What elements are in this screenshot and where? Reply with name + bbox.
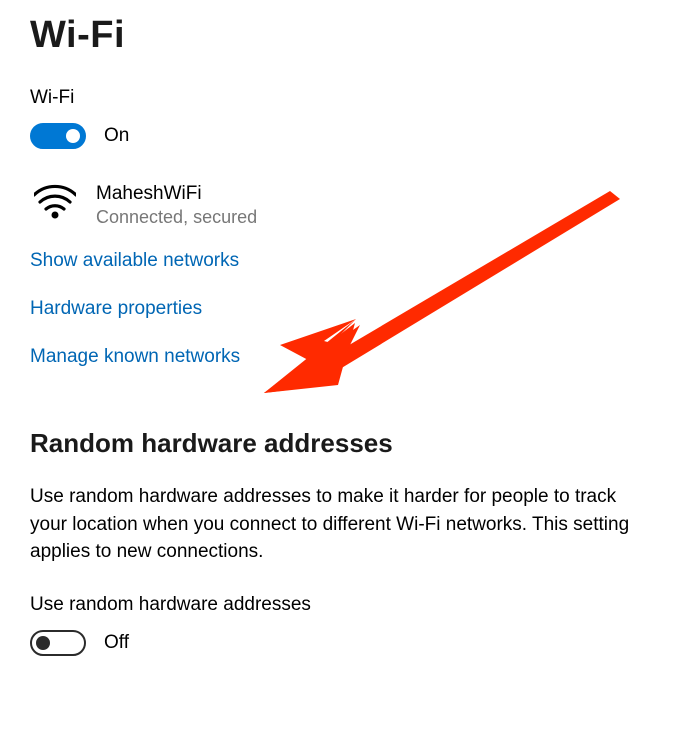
- random-hw-label: Use random hardware addresses: [30, 594, 650, 616]
- link-show-available-networks[interactable]: Show available networks: [30, 250, 239, 272]
- random-hw-toggle-knob: [36, 636, 50, 650]
- wifi-icon: [34, 183, 76, 219]
- wifi-section-label: Wi-Fi: [30, 87, 650, 109]
- wifi-toggle-state: On: [104, 125, 129, 147]
- link-hardware-properties[interactable]: Hardware properties: [30, 298, 202, 320]
- wifi-toggle[interactable]: [30, 123, 86, 149]
- current-network[interactable]: MaheshWiFi Connected, secured: [30, 183, 650, 228]
- wifi-toggle-knob: [66, 129, 80, 143]
- random-hw-toggle-state: Off: [104, 632, 129, 654]
- link-manage-known-networks[interactable]: Manage known networks: [30, 346, 240, 368]
- random-hw-toggle[interactable]: [30, 630, 86, 656]
- network-name: MaheshWiFi: [96, 183, 257, 205]
- random-hw-section-title: Random hardware addresses: [30, 428, 650, 459]
- random-hw-description: Use random hardware addresses to make it…: [30, 483, 650, 566]
- network-status: Connected, secured: [96, 207, 257, 228]
- page-title: Wi-Fi: [30, 14, 650, 57]
